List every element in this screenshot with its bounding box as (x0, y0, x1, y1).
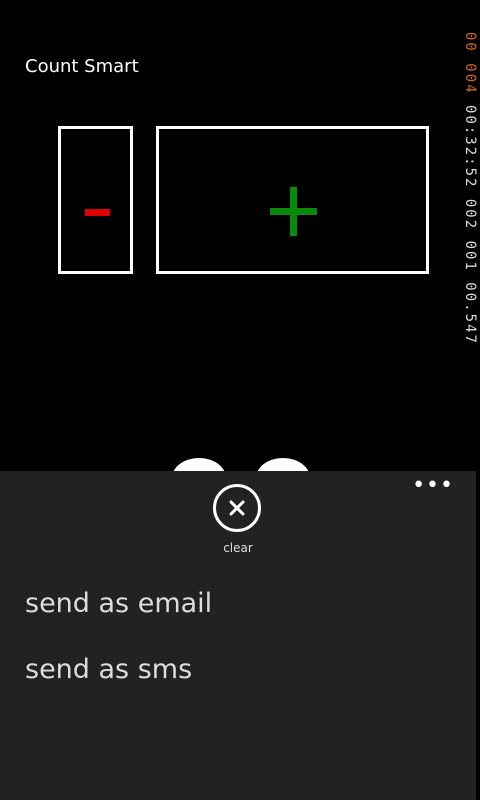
menu-item-send-sms[interactable]: send as sms (25, 654, 192, 685)
clear-button[interactable] (213, 484, 261, 532)
decrement-button[interactable] (58, 126, 133, 274)
more-icon[interactable]: ••• (412, 475, 454, 497)
side-counter-white-text: 00:32:52 002 001 00.547 (462, 105, 478, 345)
minus-icon (85, 209, 110, 216)
application-bar: ••• clear send as email send as sms (0, 471, 476, 800)
increment-button[interactable] (156, 126, 429, 274)
plus-icon-vertical (290, 187, 297, 236)
clear-label: clear (223, 541, 253, 555)
side-counter-display: 00 004 00:32:52 002 001 00.547 (462, 32, 480, 392)
menu-item-send-email[interactable]: send as email (25, 588, 212, 619)
close-icon (229, 500, 245, 516)
side-counter-orange-text: 00 004 (462, 32, 478, 95)
app-title: Count Smart (25, 56, 139, 77)
